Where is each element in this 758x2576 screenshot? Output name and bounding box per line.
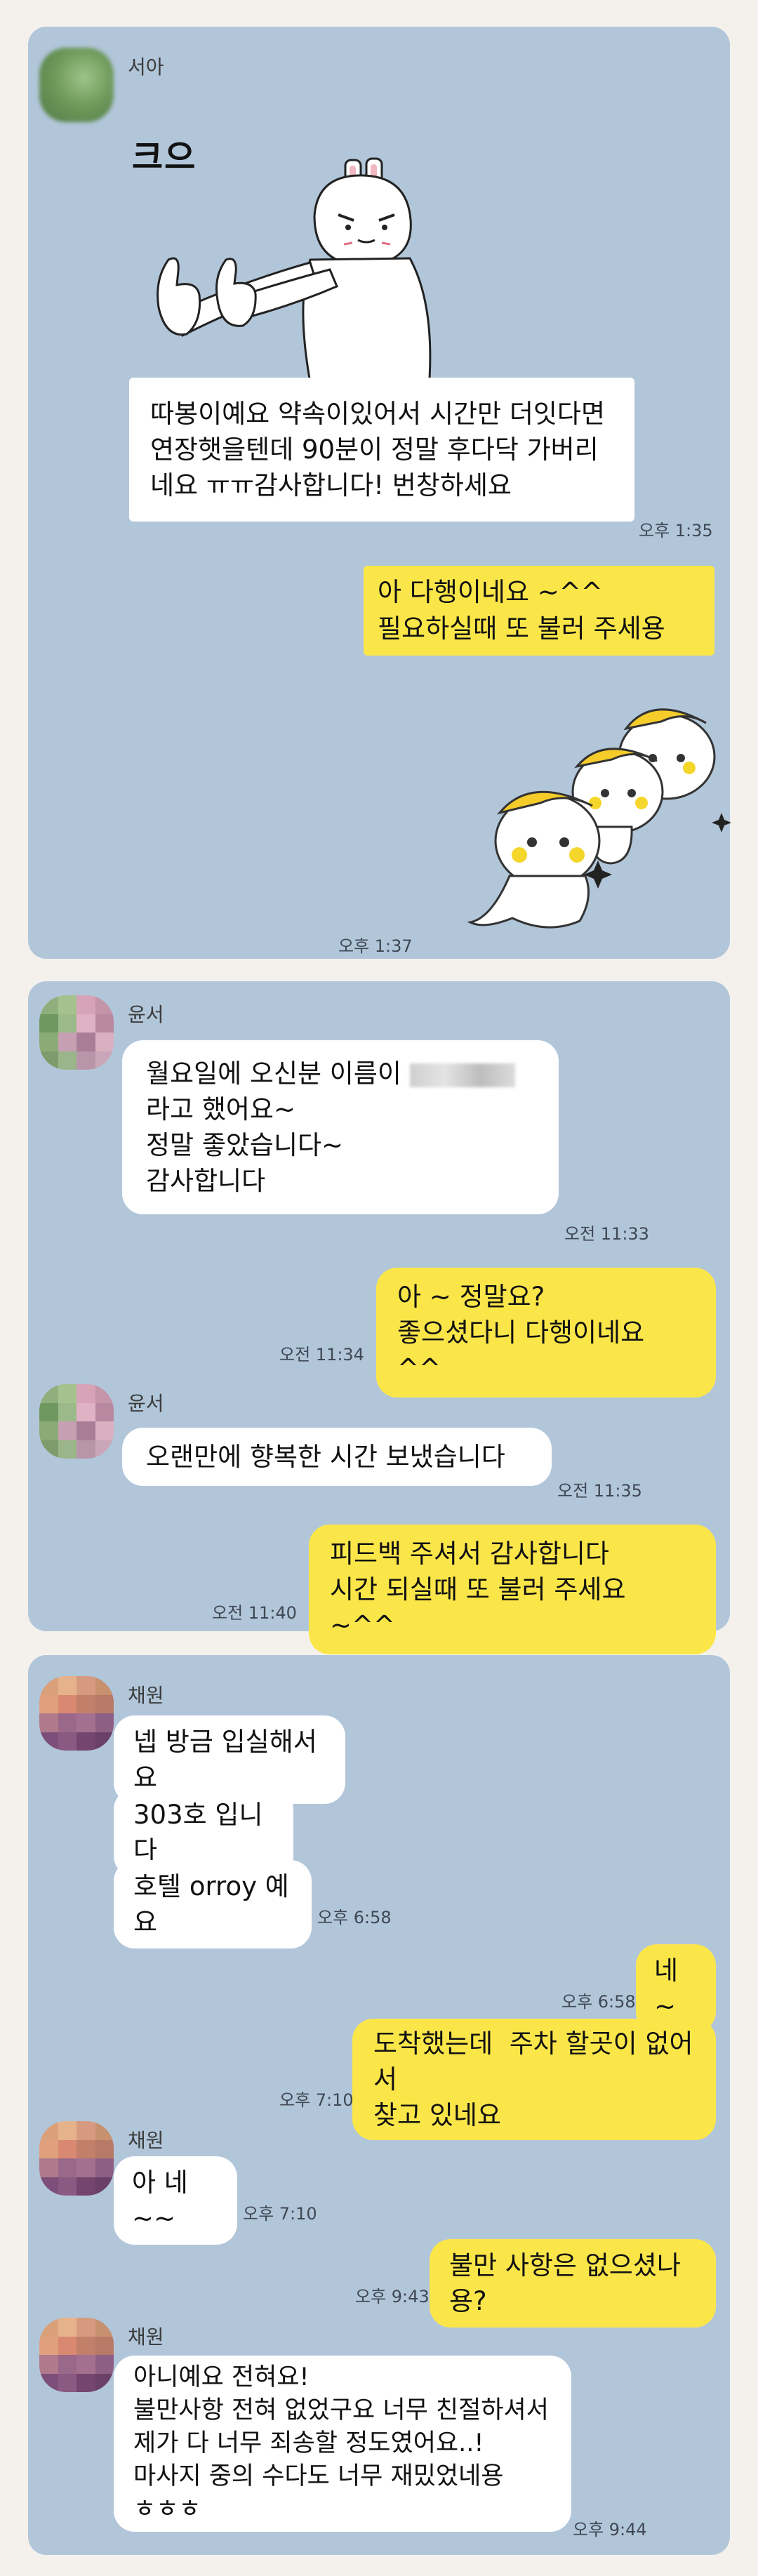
chat-panel-2: 윤서 월요일에 오신분 이름이 라고 했어요~ 정말 좋았습니다~ 감사합니다 … [28,981,730,1654]
message-bubble[interactable]: 아니예요 전혀요! 불만사항 전혀 없었구요 너무 친절하셔서 제가 다 너무 … [114,2356,571,2532]
message-time: 오후 7:10 [243,2204,317,2224]
character-thumbs-icon [157,157,432,399]
sticker-time: 오후 1:37 [338,936,413,956]
my-message-bubble[interactable]: 불만 사항은 없으셨나용? [430,2239,716,2328]
message-time: 오후 1:35 [639,521,713,540]
message-text-start: 월요일에 오신분 이름이 [146,1058,410,1089]
my-message-bubble[interactable]: 도착했는데 주차 할곳이 없어서 찾고 있네요 [352,2019,716,2140]
message-text-end: 라고 했어요~ 정말 좋았습니다~ 감사합니다 [146,1094,344,1196]
message-time: 오전 11:34 [279,1345,364,1365]
sender-name: 서아 [128,55,164,79]
message-bubble[interactable]: 호텔 orroy 예요 [114,1860,312,1948]
message-time: 오전 11:33 [564,1224,649,1244]
message-time: 오전 11:40 [212,1603,297,1623]
sender-name: 채원 [128,2325,164,2349]
message-time: 오후 9:43 [355,2287,430,2306]
sender-name: 채원 [128,1684,164,1707]
avatar[interactable] [39,2318,114,2392]
thumbs-up-sticker[interactable]: 크으 [126,97,449,406]
avatar[interactable] [39,1676,114,1751]
avatar[interactable] [39,48,114,122]
message-time: 오전 11:35 [557,1481,642,1501]
sender-name: 채원 [128,2129,164,2152]
banana-characters-sticker-icon[interactable] [442,679,737,946]
message-time: 오후 6:58 [561,1992,636,2012]
message-time: 오후 6:58 [317,1908,392,1927]
chat-panel-3: 채원 넵 방금 입실해서요 303호 입니다 호텔 orroy 예요 오후 6:… [28,1655,730,2555]
message-bubble[interactable]: 아 네~~ [114,2156,237,2245]
avatar[interactable] [39,995,114,1070]
avatar[interactable] [39,2121,114,2196]
my-message-bubble[interactable]: 아 다행이네요 ~^^ 필요하실때 또 불러 주세용 [364,566,714,656]
message-bubble[interactable]: 따봉이예요 약속이있어서 시간만 더잇다면 연장햇을텐데 90분이 정말 후다닥… [129,378,634,522]
message-time: 오후 9:44 [573,2520,647,2540]
sender-name: 윤서 [128,1003,164,1026]
message-time: 오후 7:10 [279,2090,354,2110]
message-bubble[interactable]: 오랜만에 향복한 시간 보냈습니다 [122,1428,552,1486]
my-message-bubble[interactable]: 피드백 주셔서 감사합니다 시간 되실때 또 불러 주세요 ~^^ [309,1525,716,1654]
avatar[interactable] [39,1384,114,1459]
my-message-bubble[interactable]: 아 ~ 정말요? 좋으셨다니 다행이네요 ^^ [376,1268,716,1397]
message-bubble[interactable]: 월요일에 오신분 이름이 라고 했어요~ 정말 좋았습니다~ 감사합니다 [122,1040,559,1214]
blurred-name [409,1063,515,1087]
sender-name: 윤서 [128,1392,164,1415]
chat-panel-1: 서아 크으 따봉이예요 약속이있어서 시간만 더잇다면 연장햇을텐데 90분이 … [28,27,731,959]
